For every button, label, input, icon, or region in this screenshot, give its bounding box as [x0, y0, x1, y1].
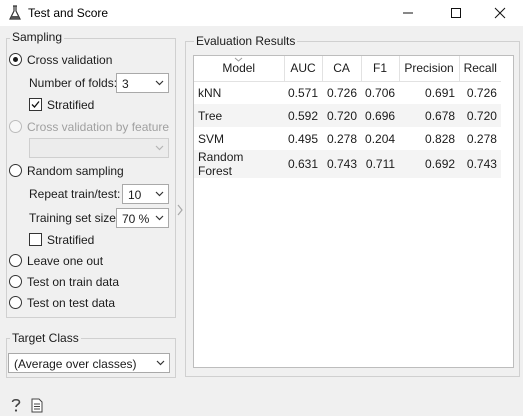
precision-cell: 0.678: [399, 104, 460, 127]
flask-icon: [9, 5, 21, 20]
column-header-label: Model: [222, 61, 256, 76]
folds-label: Number of folds:: [29, 76, 118, 90]
folds-combo[interactable]: 3: [116, 73, 169, 93]
maximize-icon: [451, 8, 461, 18]
maximize-button[interactable]: [433, 0, 479, 26]
checkmark-icon: [31, 101, 40, 108]
model-cell: SVM: [198, 131, 225, 146]
repeat-combo[interactable]: 10: [122, 184, 169, 204]
precision-cell: 0.692: [399, 150, 460, 178]
folds-value: 3: [122, 77, 129, 91]
target-class-value: (Average over classes): [14, 357, 137, 371]
leave-one-out-radio[interactable]: [9, 254, 22, 267]
random-sampling-radio[interactable]: [9, 164, 22, 177]
recall-cell: 0.726: [466, 85, 497, 100]
column-header-label: CA: [333, 61, 350, 76]
minimize-icon: [403, 12, 413, 14]
stratified-random-label: Stratified: [47, 233, 95, 247]
f1-cell: 0.204: [365, 131, 396, 146]
precision-cell: 0.828: [425, 131, 456, 146]
table-row[interactable]: Random Forest 0.631 0.743 0.711 0.692 0.…: [194, 150, 501, 178]
ca-cell: 0.743: [322, 150, 362, 178]
f1-cell: 0.711: [361, 150, 400, 178]
column-header-label: F1: [373, 61, 388, 76]
bottom-bar: [0, 393, 523, 416]
random-sampling-label: Random sampling: [27, 164, 124, 178]
stratified-cv-label: Stratified: [47, 98, 95, 112]
train-size-label: Training set size:: [29, 211, 120, 225]
repeat-label: Repeat train/test:: [29, 187, 121, 201]
help-icon[interactable]: [9, 397, 23, 413]
table-header-row: Model AUC CA F1 Precision Recall: [194, 56, 501, 82]
recall-cell: 0.278: [466, 131, 497, 146]
recall-cell: 0.720: [459, 104, 501, 127]
target-class-title: Target Class: [10, 331, 81, 345]
recall-cell: 0.743: [459, 150, 501, 178]
model-cell: Tree: [194, 104, 284, 127]
title-bar: Test and Score: [0, 0, 523, 26]
column-header-f1[interactable]: F1: [361, 56, 400, 82]
results-table: Model AUC CA F1 Precision Recall kNN 0.5…: [194, 56, 501, 178]
column-header-label: AUC: [290, 61, 316, 76]
test-on-test-label: Test on test data: [27, 296, 116, 310]
leave-one-out-label: Leave one out: [27, 254, 104, 268]
table-row[interactable]: SVM 0.495 0.278 0.204 0.828 0.278: [194, 127, 501, 150]
results-table-container: Model AUC CA F1 Precision Recall kNN 0.5…: [193, 55, 514, 368]
cv-by-feature-label: Cross validation by feature: [27, 120, 170, 134]
f1-cell: 0.706: [365, 85, 396, 100]
chevron-down-icon: [155, 215, 164, 221]
auc-cell: 0.571: [288, 85, 319, 100]
column-header-auc[interactable]: AUC: [284, 56, 323, 82]
column-header-ca[interactable]: CA: [322, 56, 362, 82]
precision-cell: 0.691: [425, 85, 456, 100]
table-row[interactable]: Tree 0.592 0.720 0.696 0.678 0.720: [194, 104, 501, 127]
close-button[interactable]: [477, 0, 523, 26]
minimize-button[interactable]: [385, 0, 431, 26]
ca-cell: 0.726: [327, 85, 358, 100]
ca-cell: 0.278: [327, 131, 358, 146]
close-icon: [494, 7, 506, 19]
cross-validation-radio[interactable]: [9, 53, 22, 66]
cross-validation-label: Cross validation: [27, 53, 113, 67]
f1-cell: 0.696: [361, 104, 400, 127]
target-class-combo[interactable]: (Average over classes): [8, 353, 170, 373]
sort-indicator-icon: [234, 57, 243, 62]
chevron-right-icon[interactable]: [176, 204, 184, 216]
train-size-value: 70 %: [122, 212, 150, 226]
auc-cell: 0.495: [288, 131, 319, 146]
evaluation-results-title: Evaluation Results: [194, 34, 298, 48]
auc-cell: 0.592: [284, 104, 323, 127]
chevron-down-icon: [156, 360, 165, 366]
report-icon[interactable]: [31, 398, 43, 413]
column-header-recall[interactable]: Recall: [459, 56, 501, 82]
column-header-precision[interactable]: Precision: [399, 56, 460, 82]
column-header-label: Precision: [404, 61, 454, 76]
model-cell: Random Forest: [194, 150, 284, 178]
ca-cell: 0.720: [322, 104, 362, 127]
repeat-value: 10: [128, 188, 142, 202]
window-title: Test and Score: [28, 6, 109, 20]
column-header-model[interactable]: Model: [194, 56, 285, 82]
sampling-title: Sampling: [10, 30, 65, 44]
auc-cell: 0.631: [284, 150, 323, 178]
test-on-train-radio[interactable]: [9, 275, 22, 288]
cv-feature-combo[interactable]: [29, 138, 169, 158]
test-on-train-label: Test on train data: [27, 275, 120, 289]
test-on-test-radio[interactable]: [9, 296, 22, 309]
column-header-label: Recall: [463, 61, 497, 76]
cv-by-feature-radio[interactable]: [9, 120, 22, 133]
stratified-random-checkbox[interactable]: [29, 233, 42, 246]
chevron-down-icon: [155, 145, 164, 151]
chevron-down-icon: [155, 80, 164, 86]
table-row[interactable]: kNN 0.571 0.726 0.706 0.691 0.726: [194, 81, 501, 104]
stratified-cv-checkbox[interactable]: [29, 98, 42, 111]
train-size-combo[interactable]: 70 %: [116, 208, 169, 228]
chevron-down-icon: [155, 191, 164, 197]
model-cell: kNN: [198, 85, 222, 100]
